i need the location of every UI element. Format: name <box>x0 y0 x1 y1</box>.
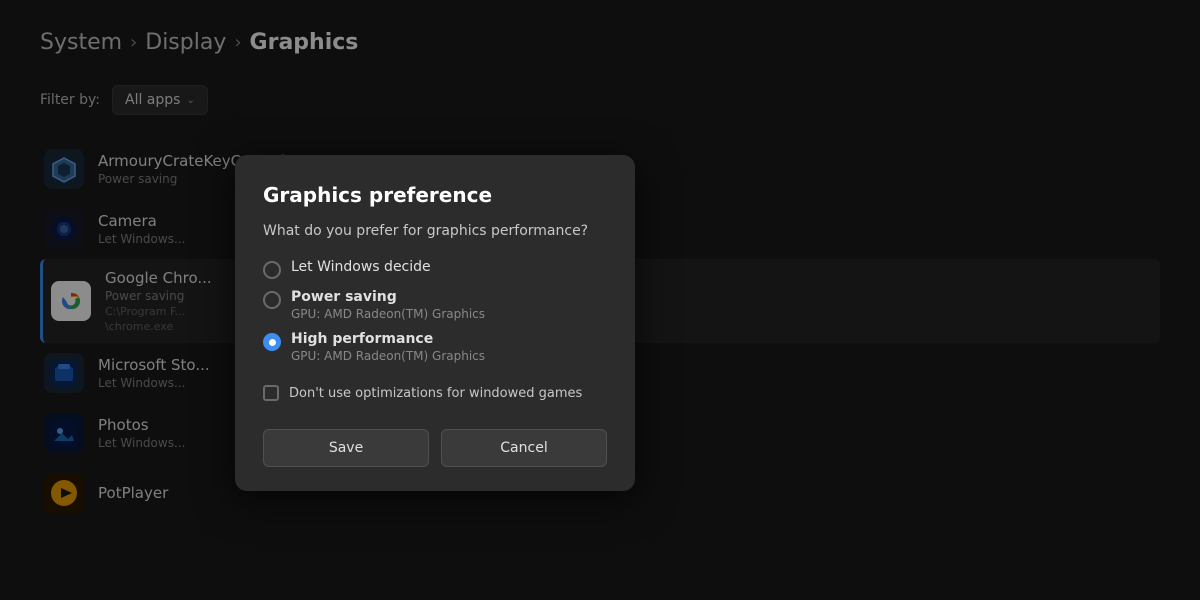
radio-label-let-windows: Let Windows decide <box>291 259 431 275</box>
radio-option-let-windows[interactable]: Let Windows decide <box>263 259 607 279</box>
graphics-preference-dialog: Graphics preference What do you prefer f… <box>235 155 635 491</box>
radio-sub: GPU: AMD Radeon(TM) Graphics <box>291 307 485 321</box>
dialog-title: Graphics preference <box>263 183 607 207</box>
radio-label-power-saving: Power saving GPU: AMD Radeon(TM) Graphic… <box>291 289 485 321</box>
radio-text: Let Windows decide <box>291 259 431 275</box>
radio-group: Let Windows decide Power saving GPU: AMD… <box>263 259 607 363</box>
save-button[interactable]: Save <box>263 429 429 467</box>
radio-circle-power-saving[interactable] <box>263 291 281 309</box>
checkbox-windowed-games[interactable]: Don't use optimizations for windowed gam… <box>263 385 607 401</box>
radio-text: High performance <box>291 331 485 347</box>
radio-circle-high-performance[interactable] <box>263 333 281 351</box>
radio-option-power-saving[interactable]: Power saving GPU: AMD Radeon(TM) Graphic… <box>263 289 607 321</box>
radio-text: Power saving <box>291 289 485 305</box>
dialog-buttons: Save Cancel <box>263 429 607 467</box>
radio-label-high-performance: High performance GPU: AMD Radeon(TM) Gra… <box>291 331 485 363</box>
dialog-question: What do you prefer for graphics performa… <box>263 223 607 239</box>
cancel-button[interactable]: Cancel <box>441 429 607 467</box>
checkbox-box[interactable] <box>263 385 279 401</box>
radio-option-high-performance[interactable]: High performance GPU: AMD Radeon(TM) Gra… <box>263 331 607 363</box>
checkbox-label: Don't use optimizations for windowed gam… <box>289 386 582 401</box>
radio-circle-let-windows[interactable] <box>263 261 281 279</box>
radio-sub: GPU: AMD Radeon(TM) Graphics <box>291 349 485 363</box>
